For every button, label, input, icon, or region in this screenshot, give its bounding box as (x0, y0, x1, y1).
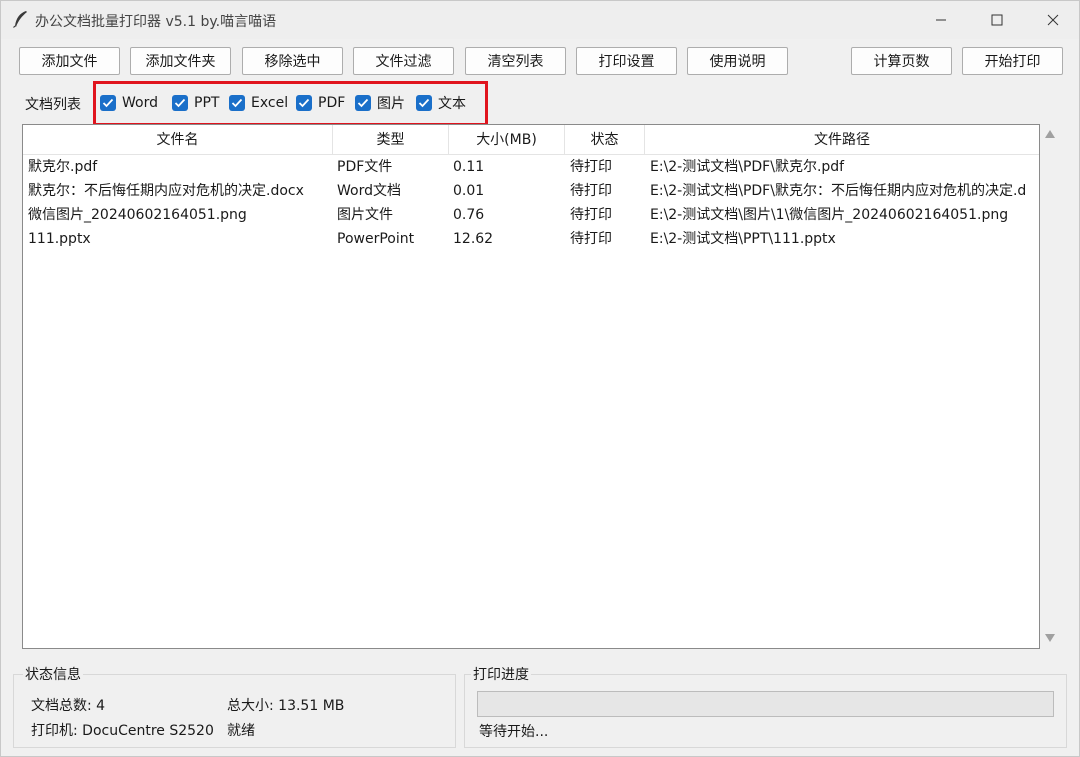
document-list-label: 文档列表 (25, 97, 81, 113)
cell-path: E:\2-测试文档\PPT\111.pptx (650, 231, 836, 247)
filter-excel-checkbox[interactable]: Excel (229, 94, 288, 112)
column-header-path[interactable]: 文件路径 (645, 125, 1039, 155)
window-title: 办公文档批量打印器 v5.1 by.喵言喵语 (35, 14, 277, 30)
filter-word-label: Word (122, 95, 158, 111)
close-button[interactable] (1025, 1, 1080, 39)
checkmark-icon (355, 95, 371, 111)
filter-image-label: 图片 (377, 96, 405, 112)
column-header-type[interactable]: 类型 (333, 125, 449, 155)
start-print-button[interactable]: 开始打印 (962, 47, 1063, 75)
remove-selected-button[interactable]: 移除选中 (242, 47, 343, 75)
table-row[interactable]: 111.pptx PowerPoint 12.62 待打印 E:\2-测试文档\… (23, 227, 1039, 251)
print-progress-title: 打印进度 (471, 664, 531, 684)
filter-word-checkbox[interactable]: Word (100, 94, 158, 112)
filter-text-label: 文本 (438, 96, 466, 112)
cell-path: E:\2-测试文档\图片\1\微信图片_20240602164051.png (650, 207, 1009, 223)
minimize-button[interactable] (913, 1, 969, 39)
add-file-button[interactable]: 添加文件 (19, 47, 120, 75)
filter-image-checkbox[interactable]: 图片 (355, 94, 405, 112)
table-header: 文件名 类型 大小(MB) 状态 文件路径 (23, 125, 1039, 155)
maximize-button[interactable] (969, 1, 1025, 39)
clear-list-button[interactable]: 清空列表 (465, 47, 566, 75)
checkmark-icon (172, 95, 188, 111)
cell-status: 待打印 (570, 207, 612, 223)
column-header-status[interactable]: 状态 (565, 125, 645, 155)
count-pages-button[interactable]: 计算页数 (851, 47, 952, 75)
cell-size: 0.11 (453, 159, 485, 175)
filter-pdf-checkbox[interactable]: PDF (296, 94, 345, 112)
scroll-up-icon[interactable] (1045, 130, 1055, 138)
title-bar: 办公文档批量打印器 v5.1 by.喵言喵语 (1, 1, 1079, 39)
cell-filename: 默克尔.pdf (28, 159, 98, 175)
help-button[interactable]: 使用说明 (687, 47, 788, 75)
cell-type: 图片文件 (337, 207, 393, 223)
cell-size: 12.62 (453, 231, 494, 247)
column-header-filename[interactable]: 文件名 (23, 125, 333, 155)
cell-filename: 默克尔：不后悔任期内应对危机的决定.docx (28, 183, 304, 199)
progress-bar (477, 691, 1054, 717)
file-table[interactable]: 文件名 类型 大小(MB) 状态 文件路径 默克尔.pdf PDF文件 0.11… (22, 124, 1040, 649)
scroll-down-icon[interactable] (1045, 634, 1055, 642)
print-settings-button[interactable]: 打印设置 (576, 47, 677, 75)
filter-ppt-checkbox[interactable]: PPT (172, 94, 219, 112)
checkmark-icon (416, 95, 432, 111)
checkmark-icon (229, 95, 245, 111)
total-size-text: 总大小: 13.51 MB (227, 698, 345, 714)
cell-path: E:\2-测试文档\PDF\默克尔.pdf (650, 159, 845, 175)
cell-status: 待打印 (570, 231, 612, 247)
filter-text-checkbox[interactable]: 文本 (416, 94, 466, 112)
cell-filename: 微信图片_20240602164051.png (28, 207, 247, 223)
cell-status: 待打印 (570, 159, 612, 175)
cell-status: 待打印 (570, 183, 612, 199)
checkmark-icon (296, 95, 312, 111)
column-header-size[interactable]: 大小(MB) (449, 125, 565, 155)
status-info-title: 状态信息 (23, 664, 83, 684)
filter-pdf-label: PDF (318, 95, 346, 111)
cell-type: PDF文件 (337, 159, 393, 175)
table-row[interactable]: 默克尔.pdf PDF文件 0.11 待打印 E:\2-测试文档\PDF\默克尔… (23, 155, 1039, 179)
app-window: 办公文档批量打印器 v5.1 by.喵言喵语 添加文件 添加文件夹 移除选中 文… (0, 0, 1080, 757)
add-folder-button[interactable]: 添加文件夹 (130, 47, 231, 75)
cell-path: E:\2-测试文档\PDF\默克尔：不后悔任期内应对危机的决定.d (650, 183, 1027, 199)
table-row[interactable]: 默克尔：不后悔任期内应对危机的决定.docx Word文档 0.01 待打印 E… (23, 179, 1039, 203)
filter-excel-label: Excel (251, 95, 289, 111)
cell-filename: 111.pptx (28, 231, 91, 247)
vertical-scrollbar[interactable] (1041, 124, 1059, 649)
feather-icon (13, 10, 29, 28)
file-filter-button[interactable]: 文件过滤 (353, 47, 454, 75)
cell-type: PowerPoint (337, 231, 415, 247)
filter-ppt-label: PPT (194, 95, 220, 111)
progress-text: 等待开始... (479, 724, 549, 740)
cell-size: 0.76 (453, 207, 485, 223)
checkmark-icon (100, 95, 116, 111)
table-row[interactable]: 微信图片_20240602164051.png 图片文件 0.76 待打印 E:… (23, 203, 1039, 227)
printer-text: 打印机: DocuCentre S2520 (31, 723, 214, 739)
status-text: 就绪 (227, 723, 255, 739)
doc-count-text: 文档总数: 4 (31, 698, 106, 714)
cell-size: 0.01 (453, 183, 485, 199)
cell-type: Word文档 (337, 183, 401, 199)
